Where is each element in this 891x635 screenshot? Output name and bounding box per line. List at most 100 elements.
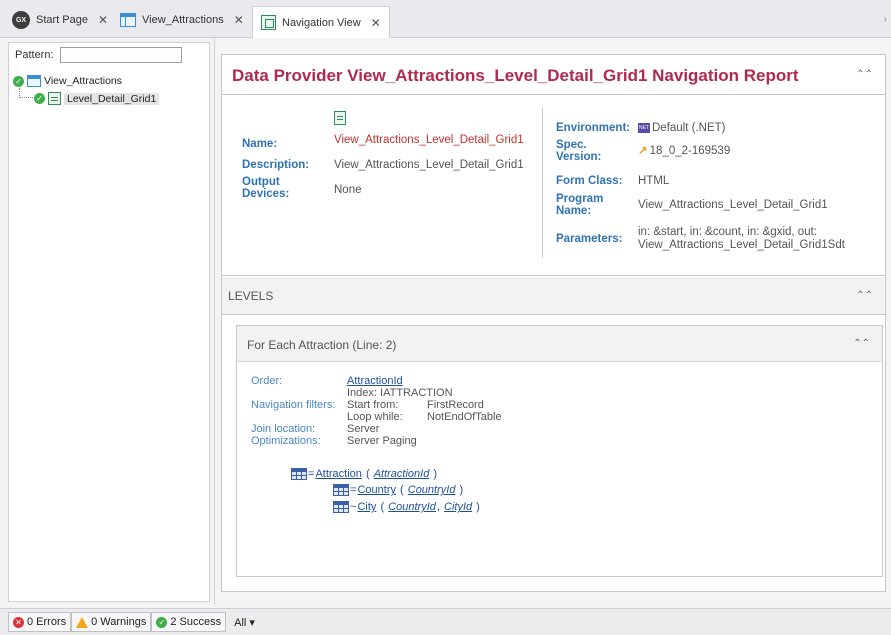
environment-text: Default (.NET): [652, 122, 726, 134]
for-each-title: For Each Attraction (Line: 2): [247, 338, 397, 352]
form-class-value: HTML: [638, 175, 670, 187]
spec-version-value: ↗ 18_0_2-169539: [638, 145, 730, 157]
pattern-label: Pattern:: [15, 49, 54, 61]
table-key-link[interactable]: AttractionId: [374, 468, 430, 480]
genexus-logo-icon: GX: [12, 11, 30, 29]
tab-start-page[interactable]: GX Start Page ✕: [4, 6, 116, 34]
pattern-filter: Pattern:: [15, 47, 182, 63]
close-icon[interactable]: ✕: [98, 13, 108, 27]
tab-label: Start Page: [36, 14, 88, 26]
close-icon[interactable]: ✕: [371, 16, 381, 30]
tree-item-view-attractions[interactable]: ✓ View_Attractions: [13, 75, 122, 87]
web-panel-icon: [120, 13, 136, 27]
error-icon: ✕: [13, 616, 24, 628]
navigation-filters-label: Navigation filters:: [251, 399, 336, 411]
table-access-prefix: =: [350, 484, 357, 496]
program-name-value: View_Attractions_Level_Detail_Grid1: [638, 199, 828, 211]
success-check-icon: ✓: [34, 93, 45, 104]
start-from-label: Start from:: [347, 399, 399, 411]
environment-value: NET Default (.NET): [638, 122, 726, 134]
optimizations-value: Server Paging: [347, 435, 417, 447]
all-dropdown[interactable]: All ▾: [234, 616, 255, 629]
info-divider: [542, 108, 543, 258]
table-key-link[interactable]: CountryId: [408, 484, 456, 496]
errors-count: 0 Errors: [27, 616, 67, 628]
dotnet-icon: NET: [638, 122, 650, 133]
join-location-value: Server: [347, 423, 380, 435]
parameters-label: Parameters:: [556, 233, 623, 245]
tree-item-level-detail-grid1[interactable]: ✓ Level_Detail_Grid1: [34, 92, 160, 105]
table-attraction: = Attraction ( AttractionId ): [291, 468, 437, 480]
order-label: Order:: [251, 375, 283, 387]
tab-navigation-view[interactable]: Navigation View ✕: [252, 6, 390, 38]
levels-section-header[interactable]: LEVELS ⌃⌃: [222, 277, 885, 315]
environment-label: Environment:: [556, 122, 631, 134]
start-from-value: FirstRecord: [427, 399, 484, 411]
tab-label: View_Attractions: [142, 14, 224, 26]
success-count: 2 Success: [170, 616, 222, 628]
tab-view-attractions[interactable]: View_Attractions ✕: [112, 6, 252, 34]
description-label: Description:: [242, 159, 310, 171]
errors-filter-button[interactable]: ✕ 0 Errors: [8, 612, 72, 632]
navigation-view-icon: [261, 15, 276, 30]
tree-connector: [19, 88, 33, 98]
for-each-section: For Each Attraction (Line: 2) ⌃⌃ Order: …: [236, 325, 883, 577]
success-check-icon: ✓: [13, 75, 24, 87]
loop-while-label: Loop while:: [347, 411, 403, 423]
table-city: ~ City ( CountryId , CityId ): [333, 501, 480, 513]
tab-bar: GX Start Page ✕ View_Attractions ✕ Navig…: [0, 0, 891, 38]
spec-version-label: Spec. Version:: [556, 139, 602, 163]
data-provider-icon: [48, 92, 61, 105]
loop-while-value: NotEndOfTable: [427, 411, 502, 423]
form-class-label: Form Class:: [556, 175, 623, 187]
tab-label: Navigation View: [282, 16, 361, 29]
table-country: = Country ( CountryId ): [333, 484, 463, 496]
table-icon: [333, 501, 349, 513]
table-link[interactable]: Attraction: [315, 468, 361, 480]
spec-version-text: 18_0_2-169539: [649, 145, 731, 157]
program-name-label: Program Name:: [556, 193, 604, 217]
collapse-icon[interactable]: ⌃⌃: [856, 69, 873, 80]
wrench-icon: ↗: [638, 145, 648, 157]
description-value: View_Attractions_Level_Detail_Grid1: [334, 159, 524, 171]
tree-item-label: Level_Detail_Grid1: [64, 92, 160, 105]
output-devices-label: Output Devices:: [242, 176, 290, 200]
web-panel-icon: [27, 75, 41, 87]
report-info: Name: View_Attractions_Level_Detail_Grid…: [222, 96, 885, 276]
close-icon[interactable]: ✕: [234, 13, 244, 27]
report-header: Data Provider View_Attractions_Level_Det…: [222, 55, 885, 95]
table-key-link[interactable]: CityId: [444, 501, 472, 513]
chevron-right-icon[interactable]: ›: [884, 14, 887, 25]
table-link[interactable]: Country: [357, 484, 396, 496]
navigation-view-content: Data Provider View_Attractions_Level_Det…: [214, 38, 891, 604]
table-link[interactable]: City: [357, 501, 376, 513]
warning-icon: [76, 616, 89, 628]
levels-label: LEVELS: [228, 289, 274, 303]
join-location-label: Join location:: [251, 423, 316, 435]
parameters-value-line2: View_Attractions_Level_Detail_Grid1Sdt: [638, 239, 845, 251]
report-title: Data Provider View_Attractions_Level_Det…: [232, 66, 799, 85]
table-icon: [333, 484, 349, 496]
data-provider-icon: [334, 111, 346, 125]
collapse-icon[interactable]: ⌃⌃: [853, 338, 870, 349]
status-bar: ✕ 0 Errors 0 Warnings ✓ 2 Success All ▾: [0, 608, 891, 635]
warnings-filter-button[interactable]: 0 Warnings: [71, 612, 152, 632]
success-filter-button[interactable]: ✓ 2 Success: [151, 612, 227, 632]
pattern-input[interactable]: [59, 47, 182, 63]
name-value: View_Attractions_Level_Detail_Grid1: [334, 134, 524, 146]
parameters-value-line1: in: &start, in: &count, in: &gxid, out:: [638, 226, 817, 238]
navigation-report: Data Provider View_Attractions_Level_Det…: [221, 54, 886, 592]
table-key-link[interactable]: CountryId: [388, 501, 436, 513]
pattern-tree-panel: Pattern: ✓ View_Attractions ✓ Level_Deta…: [8, 42, 210, 602]
table-access-prefix: =: [308, 468, 315, 480]
warnings-count: 0 Warnings: [91, 616, 147, 628]
index-value: Index: IATTRACTION: [347, 387, 453, 399]
order-value[interactable]: AttractionId: [347, 376, 403, 387]
optimizations-label: Optimizations:: [251, 435, 321, 447]
tree-item-label: View_Attractions: [44, 75, 123, 87]
collapse-icon[interactable]: ⌃⌃: [856, 290, 873, 301]
success-check-icon: ✓: [156, 616, 168, 628]
table-icon: [291, 468, 307, 480]
table-access-prefix: ~: [350, 501, 357, 513]
for-each-header[interactable]: For Each Attraction (Line: 2) ⌃⌃: [237, 326, 882, 362]
